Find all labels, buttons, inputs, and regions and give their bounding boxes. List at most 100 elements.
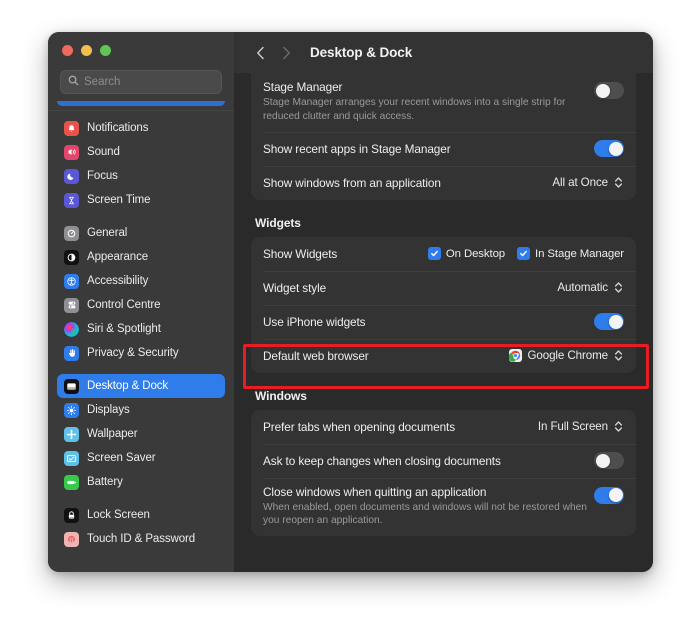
window-controls (48, 32, 234, 66)
row-label: Ask to keep changes when closing documen… (263, 453, 501, 468)
appearance-icon (64, 249, 79, 265)
sidebar-nav-scroll[interactable]: Notifications Sound Focus Screen Time Ge… (48, 94, 234, 572)
row-label: Widget style (263, 280, 327, 295)
sidebar-item-displays[interactable]: Displays (57, 398, 225, 422)
row-text: Stage Manager Stage Manager arranges you… (263, 80, 594, 124)
sidebar-item-label: Siri & Spotlight (87, 323, 161, 335)
use-iphone-widgets-toggle[interactable] (594, 313, 624, 331)
row-text: Default web browser (263, 349, 509, 363)
sidebar-divider (48, 110, 234, 111)
row-use-iphone-widgets[interactable]: Use iPhone widgets (251, 304, 636, 339)
lock-screen-icon (64, 507, 79, 523)
popup-value: In Full Screen (537, 420, 608, 434)
chevron-updown-icon (613, 419, 624, 435)
settings-scroll-content[interactable]: Stage Manager Stage Manager arranges you… (234, 73, 653, 572)
sidebar-item-label: General (87, 227, 128, 239)
row-prefer-tabs[interactable]: Prefer tabs when opening documents In Fu… (251, 410, 636, 444)
row-default-web-browser[interactable]: Default web browser Google Chrome (251, 338, 636, 373)
row-show-widgets[interactable]: Show Widgets On Desktop In Stage Manager (251, 237, 636, 271)
sidebar-item-general[interactable]: General (57, 221, 225, 245)
general-icon (64, 225, 79, 241)
sidebar-item-battery[interactable]: Battery (57, 470, 225, 494)
search-box[interactable] (60, 70, 222, 94)
show-windows-popup[interactable]: All at Once (552, 175, 624, 191)
search-input[interactable] (84, 76, 214, 88)
row-close-windows[interactable]: Close windows when quitting an applicati… (251, 477, 636, 537)
sidebar-item-label: Control Centre (87, 299, 161, 311)
sidebar-item-label: Screen Saver (87, 452, 156, 464)
row-label: Show Widgets (263, 246, 338, 261)
sidebar-item-label: Focus (87, 170, 118, 182)
popup-value: All at Once (552, 176, 608, 190)
close-windows-toggle[interactable] (594, 486, 624, 504)
row-widget-style[interactable]: Widget style Automatic (251, 270, 636, 305)
row-description: Stage Manager arranges your recent windo… (263, 97, 566, 122)
screen-saver-icon (64, 450, 79, 466)
sidebar-item-notifications[interactable]: Notifications (57, 116, 225, 140)
row-control (594, 82, 624, 99)
sidebar: Notifications Sound Focus (48, 32, 234, 572)
prefer-tabs-popup[interactable]: In Full Screen (538, 419, 624, 435)
sidebar-item-touch-id-password[interactable]: Touch ID & Password (57, 527, 225, 551)
accessibility-icon (64, 273, 79, 289)
row-text: Ask to keep changes when closing documen… (263, 454, 594, 468)
sidebar-item-siri-spotlight[interactable]: Siri & Spotlight (57, 317, 225, 341)
sidebar-item-lock-screen[interactable]: Lock Screen (57, 503, 225, 527)
sidebar-item-screen-time[interactable]: Screen Time (57, 188, 225, 212)
sidebar-item-screen-saver[interactable]: Screen Saver (57, 446, 225, 470)
focus-icon (64, 168, 79, 184)
sidebar-item-label: Lock Screen (87, 509, 150, 521)
row-show-windows[interactable]: Show windows from an application All at … (251, 165, 636, 200)
row-label: Show recent apps in Stage Manager (263, 141, 451, 156)
sidebar-item-label: Privacy & Security (87, 347, 179, 359)
checkbox-checked-icon (517, 247, 531, 261)
widget-style-popup[interactable]: Automatic (557, 280, 624, 296)
minimize-button[interactable] (81, 45, 92, 56)
page-title: Desktop & Dock (310, 45, 413, 60)
stage-manager-toggle[interactable] (594, 82, 624, 99)
row-label: Show windows from an application (263, 175, 441, 190)
close-button[interactable] (62, 45, 73, 56)
chrome-icon (509, 349, 523, 363)
forward-chevron-icon (276, 42, 296, 64)
row-text: Use iPhone widgets (263, 315, 594, 329)
row-control (594, 486, 624, 504)
privacy-icon (64, 345, 79, 361)
search-icon (68, 73, 79, 91)
section-title-widgets: Widgets (255, 215, 301, 230)
ask-keep-changes-toggle[interactable] (594, 452, 624, 470)
checkbox-label: On Desktop (445, 247, 506, 260)
row-text: Show recent apps in Stage Manager (263, 142, 594, 156)
chevron-updown-icon (613, 175, 624, 191)
row-control (594, 140, 624, 158)
sidebar-item-focus[interactable]: Focus (57, 164, 225, 188)
row-text: Prefer tabs when opening documents (263, 420, 538, 434)
sidebar-item-accessibility[interactable]: Accessibility (57, 269, 225, 293)
show-recent-apps-toggle[interactable] (594, 140, 624, 158)
sidebar-item-privacy-security[interactable]: Privacy & Security (57, 341, 225, 365)
zoom-button[interactable] (100, 45, 111, 56)
row-label: Stage Manager (263, 80, 343, 94)
row-show-recent-apps[interactable]: Show recent apps in Stage Manager (251, 131, 636, 166)
back-chevron-icon[interactable] (250, 42, 270, 64)
checkbox-in-stage-manager[interactable]: In Stage Manager (517, 247, 624, 261)
sidebar-item-appearance[interactable]: Appearance (57, 245, 225, 269)
row-stage-manager[interactable]: Stage Manager Stage Manager arranges you… (251, 73, 636, 132)
search-container (48, 66, 234, 94)
sidebar-item-desktop-dock[interactable]: Desktop & Dock (57, 374, 225, 398)
row-ask-keep-changes[interactable]: Ask to keep changes when closing documen… (251, 443, 636, 478)
sidebar-item-label: Appearance (87, 251, 149, 263)
nav-group-1: Notifications Sound Focus Screen Time (57, 116, 225, 212)
row-label: Use iPhone widgets (263, 314, 366, 329)
sidebar-item-control-centre[interactable]: Control Centre (57, 293, 225, 317)
sound-icon (64, 144, 79, 160)
windows-card: Prefer tabs when opening documents In Fu… (251, 409, 636, 537)
default-web-browser-popup[interactable]: Google Chrome (509, 348, 624, 364)
sidebar-item-wallpaper[interactable]: Wallpaper (57, 422, 225, 446)
checkbox-on-desktop[interactable]: On Desktop (427, 247, 506, 261)
chevron-updown-icon (613, 280, 624, 296)
touch-id-icon (64, 531, 79, 547)
nav-group-2: General Appearance Accessibility Control… (57, 221, 225, 365)
row-description: When enabled, open documents and windows… (263, 501, 587, 527)
sidebar-item-sound[interactable]: Sound (57, 140, 225, 164)
